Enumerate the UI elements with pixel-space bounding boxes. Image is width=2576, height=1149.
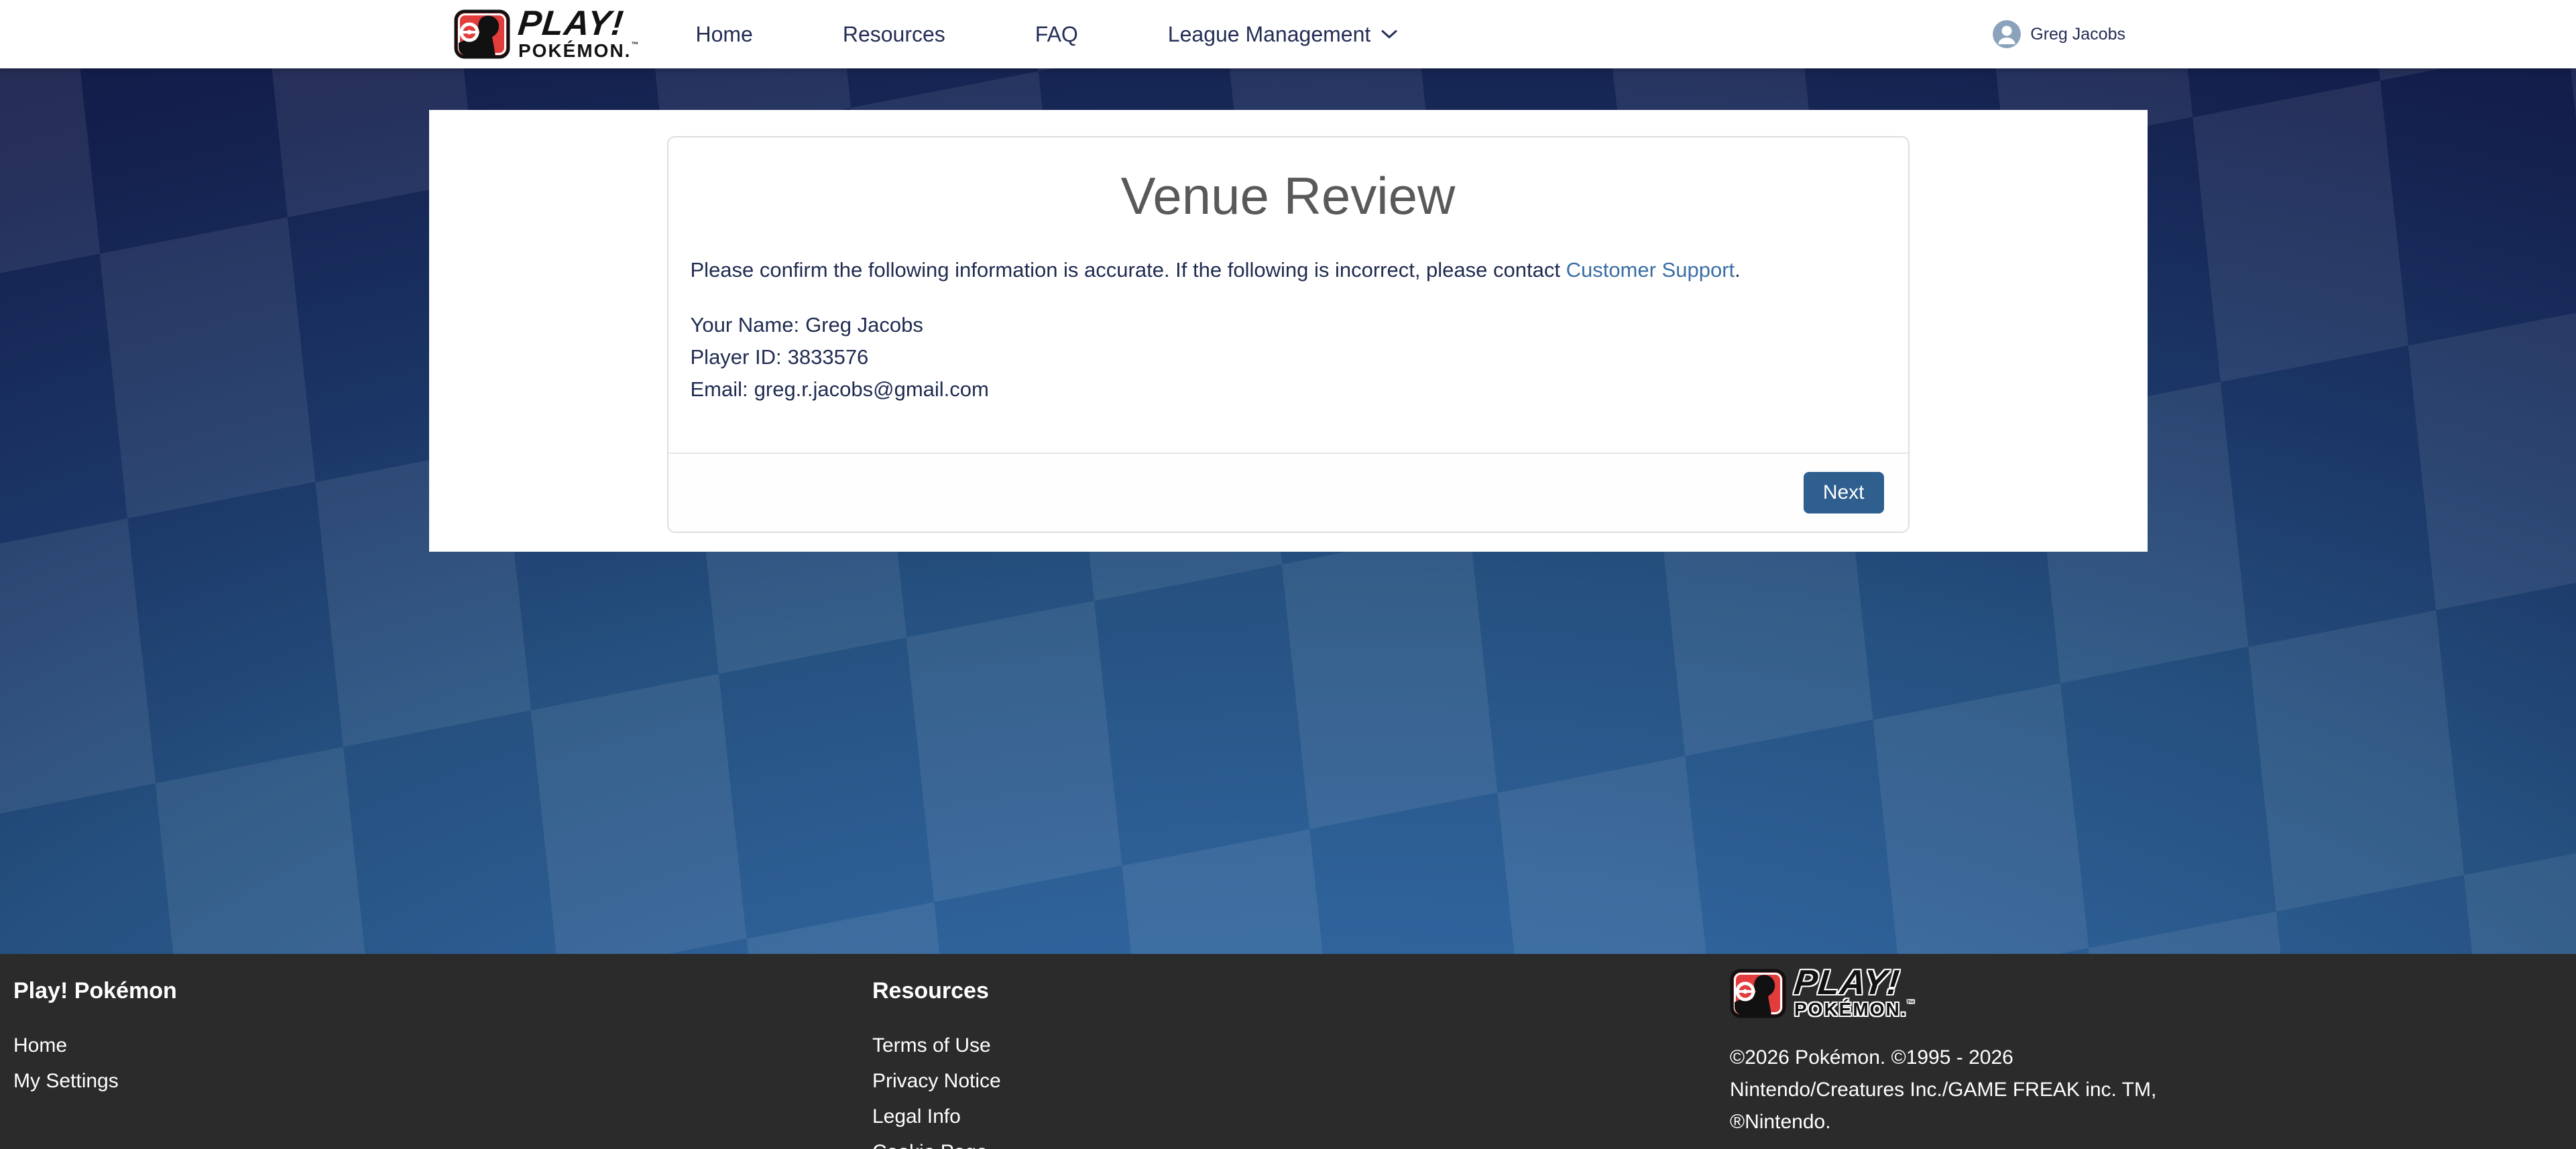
copyright-notice: ©2026 Pokémon. ©1995 - 2026 Nintendo/Cre… <box>1730 1042 2253 1138</box>
nav-item-faq[interactable]: FAQ <box>1035 22 1078 47</box>
nav-item-home[interactable]: Home <box>695 22 752 47</box>
play-pokemon-logo[interactable]: PLAY! POKÉMON.™ <box>454 8 640 60</box>
chevron-down-icon <box>1381 29 1398 40</box>
footer-pokeball-trainer-badge-icon <box>1730 969 1786 1018</box>
site-footer: Play! Pokémon Home My Settings Resources… <box>0 954 2576 1149</box>
your-name-value: Greg Jacobs <box>805 313 923 337</box>
footer-logo-wordmark: PLAY! POKÉMON.™ <box>1794 967 1916 1020</box>
card-footer: Next <box>668 452 1908 532</box>
logo-pokemon-text: POKÉMON.™ <box>518 42 640 60</box>
content-wrapper: Venue Review Please confirm the followin… <box>429 110 2148 552</box>
primary-nav-links: Home Resources FAQ League Management <box>695 22 1398 47</box>
email-value: greg.r.jacobs@gmail.com <box>754 377 989 401</box>
footer-play-pokemon-logo: PLAY! POKÉMON.™ <box>1730 967 1916 1020</box>
pokeball-trainer-badge-icon <box>454 9 510 59</box>
footer-column-legal: PLAY! POKÉMON.™ ©2026 Pokémon. ©1995 - 2… <box>1730 967 2549 1149</box>
footer-link-home[interactable]: Home <box>13 1034 67 1056</box>
logo-play-text: PLAY! <box>517 8 642 40</box>
player-id-row: Player ID:3833576 <box>691 341 1886 373</box>
footer-heading-resources: Resources <box>872 978 1730 1004</box>
footer-heading-play-pokemon: Play! Pokémon <box>13 978 872 1004</box>
footer-logo-pokemon-text: POKÉMON.™ <box>1794 1000 1916 1019</box>
main-content: Venue Review Please confirm the followin… <box>0 110 2576 552</box>
user-account-menu[interactable]: Greg Jacobs <box>1993 20 2125 48</box>
logo-wordmark: PLAY! POKÉMON.™ <box>518 8 640 60</box>
footer-link-my-settings[interactable]: My Settings <box>13 1070 119 1092</box>
email-row: Email:greg.r.jacobs@gmail.com <box>691 373 1886 406</box>
venue-review-card-body: Venue Review Please confirm the followin… <box>668 137 1908 452</box>
user-name-label: Greg Jacobs <box>2030 25 2125 44</box>
your-name-label: Your Name: <box>691 313 800 337</box>
footer-link-cookie-page[interactable]: Cookie Page <box>872 1141 988 1149</box>
player-id-label: Player ID: <box>691 345 782 369</box>
page-title: Venue Review <box>691 166 1886 227</box>
user-avatar-icon <box>1993 20 2021 48</box>
nav-item-league-management[interactable]: League Management <box>1168 22 1398 47</box>
email-label: Email: <box>691 377 748 401</box>
next-button[interactable]: Next <box>1804 472 1884 513</box>
player-info-block: Your Name:Greg Jacobs Player ID:3833576 … <box>691 309 1886 432</box>
footer-link-legal-info[interactable]: Legal Info <box>872 1105 961 1128</box>
footer-column-play-pokemon: Play! Pokémon Home My Settings <box>13 978 872 1149</box>
venue-review-card: Venue Review Please confirm the followin… <box>667 136 1910 533</box>
footer-link-terms-of-use[interactable]: Terms of Use <box>872 1034 991 1056</box>
footer-links-play-pokemon: Home My Settings <box>13 1030 872 1101</box>
footer-links-resources: Terms of Use Privacy Notice Legal Info C… <box>872 1030 1730 1149</box>
footer-link-privacy-notice[interactable]: Privacy Notice <box>872 1070 1001 1092</box>
footer-trademark-symbol: ™ <box>1907 1000 1916 1008</box>
your-name-row: Your Name:Greg Jacobs <box>691 309 1886 341</box>
nav-item-resources[interactable]: Resources <box>843 22 945 47</box>
trademark-symbol: ™ <box>631 41 640 49</box>
footer-logo-play-text: PLAY! <box>1793 967 1918 999</box>
player-id-value: 3833576 <box>788 345 869 369</box>
confirmation-instructions: Please confirm the following information… <box>691 255 1886 286</box>
customer-support-link[interactable]: Customer Support <box>1566 258 1735 282</box>
top-navigation-bar: PLAY! POKÉMON.™ Home Resources FAQ Leagu… <box>0 0 2576 68</box>
footer-column-resources: Resources Terms of Use Privacy Notice Le… <box>872 978 1730 1149</box>
